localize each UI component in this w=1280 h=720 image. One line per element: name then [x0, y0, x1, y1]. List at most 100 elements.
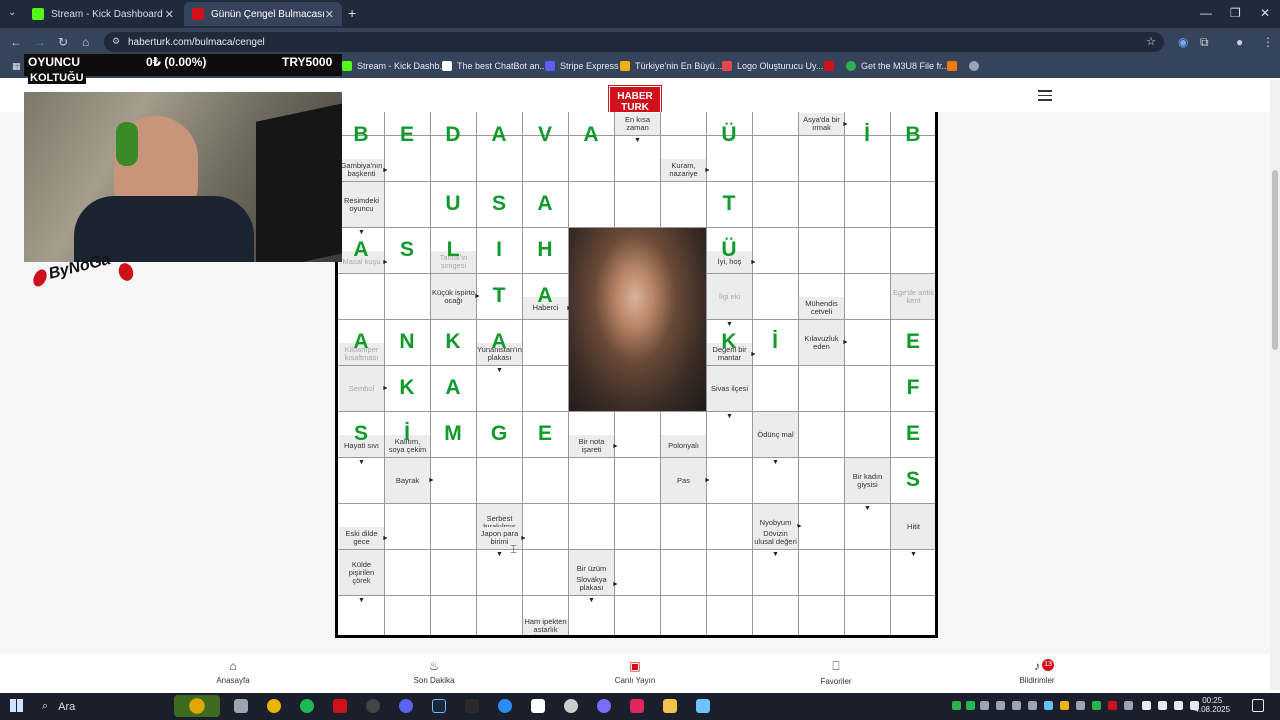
app-icon-red[interactable] [333, 699, 347, 713]
volume-icon[interactable] [1174, 701, 1183, 710]
extensions-puzzle-icon[interactable]: ⧉ [1200, 35, 1209, 50]
capcut-icon[interactable] [531, 699, 545, 713]
crossword-letter[interactable]: A [338, 227, 384, 273]
minimize-icon[interactable]: — [1200, 6, 1212, 20]
windows-start-icon[interactable] [10, 699, 23, 712]
tray-spotify-icon[interactable] [966, 701, 975, 710]
crossword-letter[interactable]: E [384, 112, 430, 158]
crossword-letter[interactable]: İ [844, 112, 890, 158]
browser-menu-icon[interactable]: ⋮ [1262, 35, 1274, 49]
crossword-letter[interactable]: Ü [706, 112, 752, 158]
crossword-letter[interactable]: S [338, 411, 384, 457]
bookmark-m3u8[interactable]: Get the M3U8 File fr... [846, 61, 949, 71]
task-view-icon[interactable] [234, 699, 248, 713]
discord-icon[interactable] [399, 699, 413, 713]
tray-steam-icon[interactable] [1044, 701, 1053, 710]
crossword-letter[interactable]: F [890, 365, 935, 411]
crossword-letter[interactable]: İ [752, 319, 798, 365]
tab-kick-dashboard[interactable]: Stream - Kick Dashboard ✕ [24, 2, 182, 26]
app-icon-blue[interactable] [498, 699, 512, 713]
tray-icon[interactable] [1092, 701, 1101, 710]
crossword-letter[interactable]: H [522, 227, 568, 273]
crossword-letter[interactable]: Ü [706, 227, 752, 273]
tab-search-chevron-icon[interactable]: ⌄ [8, 7, 16, 18]
forward-icon[interactable]: → [34, 35, 46, 49]
tray-icon[interactable] [952, 701, 961, 710]
obs-icon[interactable] [366, 699, 380, 713]
crossword-letter[interactable]: I [476, 227, 522, 273]
bookmark-logo[interactable]: Logo Oluşturucu Uy... [722, 61, 823, 71]
tray-icon[interactable] [996, 701, 1005, 710]
app-icon-ring[interactable] [597, 699, 611, 713]
crossword-letter[interactable]: D [430, 112, 476, 158]
crossword-letter[interactable]: E [890, 319, 935, 365]
tray-icon[interactable] [980, 701, 989, 710]
bookmark-haberturk[interactable] [824, 61, 839, 71]
bookmark-globe[interactable] [969, 61, 984, 71]
crossword-letter[interactable]: M [430, 411, 476, 457]
chrome-icon[interactable] [267, 699, 281, 713]
tray-chrome-icon[interactable] [1060, 701, 1069, 710]
bookmark-star-icon[interactable]: ☆ [1146, 35, 1156, 48]
app-icon-gear[interactable] [564, 699, 578, 713]
crossword-letter[interactable]: K [384, 365, 430, 411]
crossword-letter[interactable]: G [476, 411, 522, 457]
nav-son-dakika[interactable]: ♨ Son Dakika [389, 659, 479, 685]
address-bar[interactable]: ⚙ haberturk.com/bulmaca/cengel ☆ [104, 32, 1164, 52]
crossword-letter[interactable]: V [522, 112, 568, 158]
crossword-letter[interactable]: K [706, 319, 752, 365]
tray-icon[interactable] [1028, 701, 1037, 710]
taskbar-clock[interactable]: 00:25 4.08.2025 [1194, 696, 1230, 714]
tray-icon[interactable] [1076, 701, 1085, 710]
crossword-letter[interactable]: E [890, 411, 935, 457]
nav-bildirimler[interactable]: ♪ Bildirimler [992, 659, 1082, 685]
extension-icon[interactable]: ◉ [1178, 35, 1188, 49]
wifi-icon[interactable] [1142, 701, 1151, 710]
crossword-letter[interactable]: T [476, 273, 522, 319]
crossword-letter[interactable]: B [338, 112, 384, 158]
tray-icon[interactable] [1124, 701, 1133, 710]
bookmark-turkiye[interactable]: Türkiye'nin En Büyü... [620, 61, 722, 71]
crossword-letter[interactable]: U [430, 181, 476, 227]
apps-grid-icon[interactable]: ▦ [12, 61, 21, 72]
bookmark-orange[interactable] [947, 61, 962, 71]
nav-anasayfa[interactable]: ⌂ Anasayfa [188, 659, 278, 685]
crossword-letter[interactable]: A [568, 112, 614, 158]
crossword-letter[interactable]: İ [384, 411, 430, 457]
crossword-letter[interactable]: A [476, 319, 522, 365]
window-close-icon[interactable]: ✕ [1260, 6, 1270, 20]
tab-haberturk[interactable]: Günün Çengel Bulmacası| HT B ✕ [184, 2, 342, 26]
steam-icon[interactable] [432, 699, 446, 713]
crossword-letter[interactable]: S [890, 457, 935, 503]
tray-icon[interactable] [1012, 701, 1021, 710]
new-tab-button[interactable]: + [348, 5, 356, 21]
close-icon[interactable]: ✕ [165, 8, 174, 21]
crossword-letter[interactable]: S [384, 227, 430, 273]
crossword-letter[interactable]: E [522, 411, 568, 457]
page-scrollbar[interactable] [1270, 80, 1280, 690]
tray-icon[interactable] [1108, 701, 1117, 710]
site-info-icon[interactable]: ⚙ [112, 36, 120, 47]
crossword-letter[interactable]: S [476, 181, 522, 227]
crossword-letter[interactable]: A [430, 365, 476, 411]
epic-icon[interactable] [465, 699, 479, 713]
back-icon[interactable]: ← [10, 35, 22, 49]
profile-avatar[interactable]: ● [1236, 35, 1243, 49]
battery-icon[interactable] [1158, 701, 1167, 710]
crossword-letter[interactable]: A [522, 273, 568, 319]
crossword-letter[interactable]: A [338, 319, 384, 365]
reload-icon[interactable]: ↻ [58, 35, 68, 49]
app-icon-network[interactable] [696, 699, 710, 713]
crossword-letter[interactable]: T [706, 181, 752, 227]
hamburger-menu-icon[interactable] [1038, 90, 1052, 104]
bookmark-kick[interactable]: Stream - Kick Dashb... [342, 61, 447, 71]
crossword-letter[interactable]: N [384, 319, 430, 365]
crossword-letter[interactable]: A [522, 181, 568, 227]
scroll-thumb[interactable] [1272, 170, 1278, 350]
crossword-letter[interactable]: K [430, 319, 476, 365]
crossword-letter[interactable]: B [890, 112, 935, 158]
crossword-letter[interactable]: A [476, 112, 522, 158]
nav-favoriler[interactable]: ⎕ Favoriler [791, 659, 881, 686]
restore-icon[interactable]: ❐ [1230, 6, 1241, 20]
notification-center-icon[interactable] [1252, 699, 1264, 712]
